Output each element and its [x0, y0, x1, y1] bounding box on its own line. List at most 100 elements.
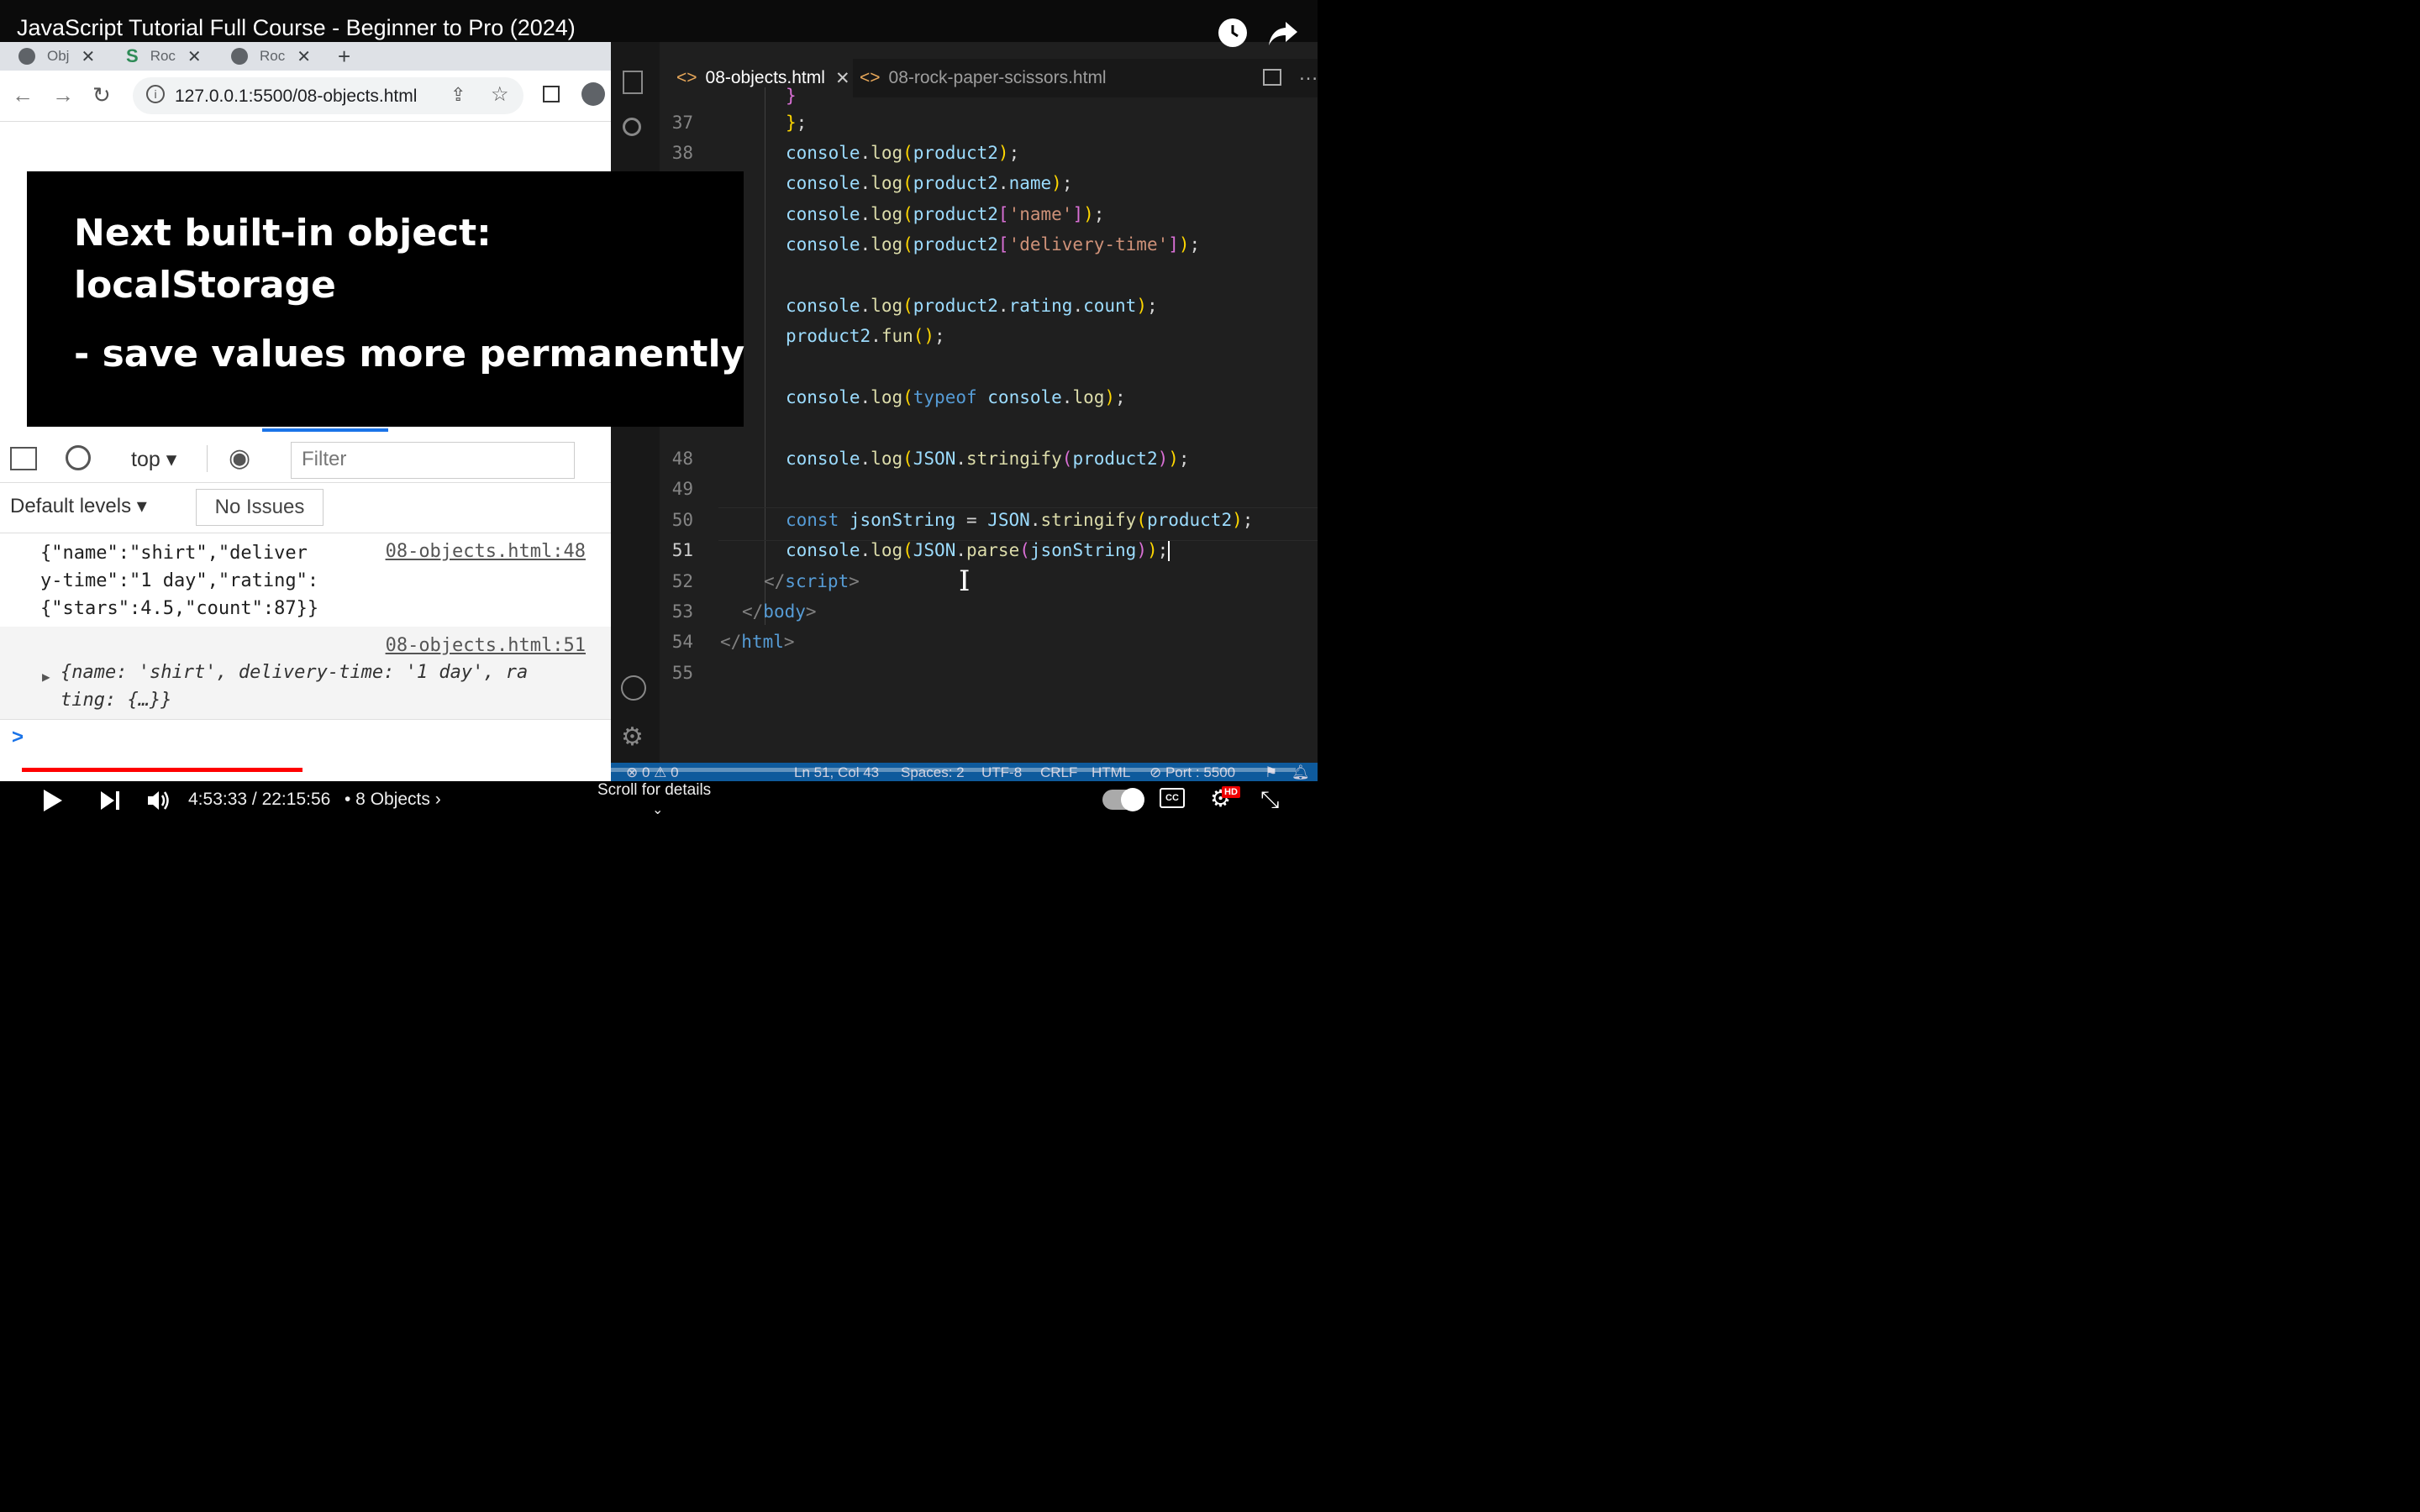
current-line-highlight	[718, 507, 1318, 541]
code-line-43: console.log(product2.rating.count);	[786, 296, 1158, 316]
console-object-preview[interactable]: {name: 'shirt', delivery-time: '1 day', …	[60, 659, 528, 686]
console-text: {"name":"shirt","deliver	[40, 543, 308, 564]
play-icon[interactable]	[42, 788, 64, 817]
hd-badge: HD	[1222, 786, 1240, 798]
time-display: 4:53:33 / 22:15:56	[188, 790, 331, 809]
back-icon[interactable]: ←	[12, 82, 34, 108]
code-line-53: </body>	[742, 601, 817, 622]
overlay-note: - save values more permanently	[74, 333, 745, 375]
editor-tab-label: 08-rock-paper-scissors.html	[888, 68, 1107, 87]
code-line-44: product2.fun();	[786, 326, 945, 346]
autoplay-knob-icon	[1121, 788, 1144, 811]
console-toolbar-levels: Default levels ▾ No Issues	[0, 482, 611, 533]
browser-tab-label: Obj	[47, 48, 70, 64]
console-source-link[interactable]: 08-objects.html:51	[386, 635, 586, 656]
context-select[interactable]: top ▾	[131, 447, 176, 472]
progress-played	[22, 768, 302, 772]
overlay-subheading: localStorage	[74, 264, 336, 307]
console-source-link[interactable]: 08-objects.html:48	[386, 541, 586, 562]
code-line-54: </html>	[720, 632, 795, 652]
chapter-link[interactable]: • 8 Objects ›	[345, 790, 441, 810]
line-number: 52	[671, 571, 693, 591]
line-number: 51	[671, 540, 693, 560]
code-line-39: console.log(product2.name);	[786, 173, 1073, 193]
video-title[interactable]: JavaScript Tutorial Full Course - Beginn…	[17, 15, 576, 41]
share-icon[interactable]	[1267, 18, 1299, 51]
chevron-down-icon[interactable]: ⌄	[652, 801, 663, 818]
problems-status[interactable]: ⊗ 0 ⚠ 0	[626, 764, 679, 781]
close-icon[interactable]: ✕	[297, 46, 311, 67]
expand-arrow-icon[interactable]: ▶	[42, 669, 50, 685]
new-tab-icon[interactable]: +	[338, 44, 350, 69]
gear-icon[interactable]: ⚙	[621, 722, 644, 752]
close-icon[interactable]: ✕	[835, 68, 850, 89]
url-field[interactable]: i 127.0.0.1:5500/08-objects.html ⇪ ☆	[133, 77, 523, 114]
text-cursor-icon: I	[959, 564, 971, 598]
language-status[interactable]: HTML	[1092, 764, 1130, 781]
globe-icon	[18, 48, 35, 65]
code-line-40: console.log(product2['name']);	[786, 204, 1105, 224]
clear-console-icon[interactable]	[66, 445, 91, 470]
context-value: top	[131, 448, 160, 471]
issues-button[interactable]: No Issues	[196, 489, 324, 526]
account-icon[interactable]	[621, 675, 646, 701]
reload-icon[interactable]: ↻	[92, 82, 111, 108]
console-object-preview: ting: {…}}	[60, 690, 172, 711]
split-editor-icon[interactable]	[1263, 69, 1281, 86]
exit-fullscreen-icon[interactable]: ⤡	[1260, 786, 1279, 814]
captions-icon[interactable]: CC	[1160, 788, 1185, 808]
filter-input[interactable]: Filter	[291, 442, 575, 479]
browser-tab-label: Roc	[150, 48, 176, 64]
bookmark-star-icon[interactable]: ☆	[491, 82, 509, 107]
info-icon[interactable]: i	[146, 85, 165, 103]
side-panel-icon[interactable]	[543, 86, 560, 102]
watch-later-icon[interactable]	[1218, 18, 1247, 47]
divider	[207, 445, 208, 472]
active-panel-indicator	[262, 428, 388, 432]
code-area[interactable]: } 37 }; 38 console.log(product2); consol…	[660, 86, 1318, 759]
share-page-icon[interactable]: ⇪	[450, 84, 466, 106]
notifications-icon[interactable]: 🔔︎	[1292, 764, 1310, 781]
levels-dropdown[interactable]: Default levels ▾	[10, 494, 147, 518]
browser-tab[interactable]: Roc ✕	[231, 44, 311, 69]
code-line-38: console.log(product2);	[786, 143, 1020, 163]
address-bar: ← → ↻ i 127.0.0.1:5500/08-objects.html ⇪…	[0, 71, 611, 122]
code-line-46: console.log(typeof console.log);	[786, 387, 1126, 407]
autoplay-toggle[interactable]	[1102, 788, 1144, 811]
profile-icon[interactable]	[581, 82, 605, 106]
code-line-48: console.log(JSON.stringify(product2));	[786, 449, 1190, 469]
live-server-port[interactable]: ⊘ Port : 5500	[1150, 764, 1235, 781]
search-icon[interactable]	[623, 118, 641, 136]
encoding-status[interactable]: UTF-8	[981, 764, 1022, 781]
explorer-icon[interactable]	[623, 71, 643, 94]
console-prompt[interactable]: >	[12, 726, 24, 749]
more-actions-icon[interactable]: …	[1298, 62, 1318, 86]
html-file-icon: <>	[860, 68, 881, 87]
line-number: 54	[671, 632, 693, 652]
next-icon[interactable]	[99, 790, 121, 816]
scroll-hint[interactable]: Scroll for details	[597, 781, 711, 800]
close-icon[interactable]: ✕	[187, 46, 202, 67]
levels-label: Default levels	[10, 495, 132, 517]
eol-status[interactable]: CRLF	[1040, 764, 1077, 781]
browser-tab[interactable]: Obj ✕	[18, 44, 95, 69]
close-icon[interactable]: ✕	[81, 46, 95, 67]
code-line-52: </script>	[764, 571, 860, 591]
editor-tab-label: 08-objects.html	[705, 68, 825, 87]
indentation-status[interactable]: Spaces: 2	[901, 764, 965, 781]
console-text: y-time":"1 day","rating":	[40, 570, 319, 591]
forward-icon[interactable]: →	[52, 82, 74, 108]
line-number: 37	[671, 113, 693, 133]
html-file-icon: <>	[676, 68, 697, 87]
cursor-position[interactable]: Ln 51, Col 43	[794, 764, 879, 781]
volume-icon[interactable]	[146, 788, 171, 817]
sidebar-toggle-icon[interactable]	[10, 447, 37, 470]
overlay-heading: Next built-in object:	[74, 212, 492, 255]
feedback-icon[interactable]: ⚑	[1265, 764, 1277, 781]
line-number: 38	[671, 143, 693, 163]
devtools-console: top ▾ ◉ Filter Default levels ▾ No Issue…	[0, 388, 611, 784]
eye-icon[interactable]: ◉	[229, 444, 250, 473]
code-line-41: console.log(product2['delivery-time']);	[786, 234, 1201, 255]
line-number: 48	[671, 449, 693, 469]
browser-tab[interactable]: S Roc ✕	[126, 44, 202, 69]
